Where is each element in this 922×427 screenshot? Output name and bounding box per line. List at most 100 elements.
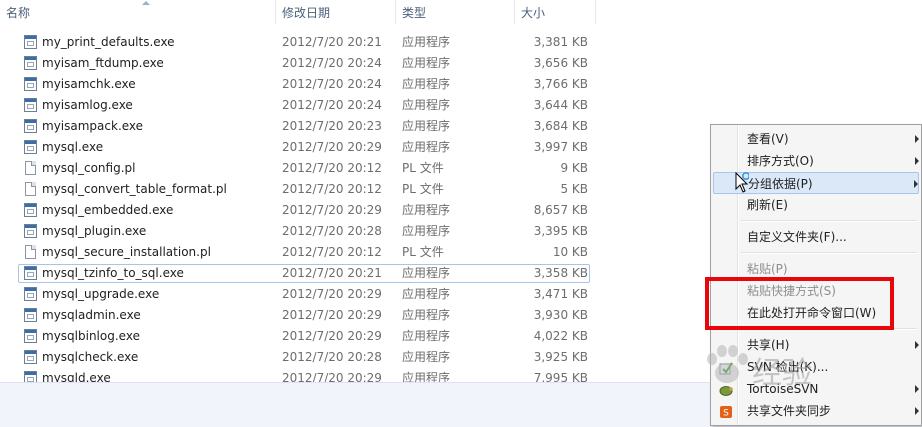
file-row[interactable]: mysqlbinlog.exe 2012/7/20 20:29 应用程序 4,022 … xyxy=(0,326,700,347)
application-icon xyxy=(24,56,37,70)
file-date: 2012/7/20 20:24 xyxy=(282,56,382,70)
menu-item-view[interactable]: 查看(V) xyxy=(713,128,919,150)
file-name: myisamchk.exe xyxy=(42,77,136,91)
file-row[interactable]: myisam_ftdump.exe 2012/7/20 20:24 应用程序 3,65… xyxy=(0,53,700,74)
menu-item-label: 排序方式(O) xyxy=(747,154,814,168)
file-type: 应用程序 xyxy=(402,287,451,301)
file-size: 3,925 KB xyxy=(533,350,588,364)
file-date: 2012/7/20 20:12 xyxy=(282,161,382,175)
file-name: myisampack.exe xyxy=(42,119,144,133)
column-date-label: 修改日期 xyxy=(282,6,331,20)
menu-item-label: 自定义文件夹(F)... xyxy=(747,230,847,244)
watermark: 经验 xyxy=(700,340,870,391)
file-date: 2012/7/20 20:24 xyxy=(282,98,382,112)
application-icon xyxy=(24,350,37,364)
file-date: 2012/7/20 20:12 xyxy=(282,182,382,196)
file-row[interactable]: mysql_convert_table_format.pl 2012/7/20 2… xyxy=(0,179,700,200)
file-row[interactable]: mysql_upgrade.exe 2012/7/20 20:29 应用程序 3,47… xyxy=(0,284,700,305)
column-size-label: 大小 xyxy=(521,6,546,20)
menu-item-label: 分组依据(P) xyxy=(748,177,813,191)
file-type: 应用程序 xyxy=(402,350,451,364)
application-icon xyxy=(24,98,37,112)
file-size: 3,381 KB xyxy=(533,35,588,49)
submenu-arrow-icon xyxy=(915,407,919,415)
text-file-icon xyxy=(25,161,36,175)
file-name: mysql_tzinfo_to_sql.exe xyxy=(42,266,184,280)
file-date: 2012/7/20 20:23 xyxy=(282,119,382,133)
file-row[interactable]: myisamchk.exe 2012/7/20 20:24 应用程序 3,766 KB xyxy=(0,74,700,95)
file-name: mysqlcheck.exe xyxy=(42,350,139,364)
file-row[interactable]: mysql.exe 2012/7/20 20:29 应用程序 3,997 KB xyxy=(0,137,700,158)
file-size: 3,684 KB xyxy=(533,119,588,133)
menu-item-customize-folder[interactable]: 自定义文件夹(F)... xyxy=(713,226,919,248)
column-size[interactable]: 大小 xyxy=(515,0,595,24)
file-date: 2012/7/20 20:28 xyxy=(282,350,382,364)
file-date: 2012/7/20 20:29 xyxy=(282,203,382,217)
column-name[interactable]: 名称 xyxy=(0,0,275,24)
folder-sync-icon: S xyxy=(719,404,733,419)
application-icon xyxy=(24,308,37,322)
file-size: 5 KB xyxy=(560,182,588,196)
file-date: 2012/7/20 20:28 xyxy=(282,224,382,238)
submenu-arrow-icon xyxy=(915,341,919,349)
menu-separator xyxy=(741,252,917,254)
application-icon xyxy=(24,119,37,133)
file-type: PL 文件 xyxy=(402,161,444,175)
text-file-icon xyxy=(25,245,36,259)
submenu-arrow-icon xyxy=(915,157,919,165)
file-size: 3,644 KB xyxy=(533,98,588,112)
column-date[interactable]: 修改日期 xyxy=(276,0,395,24)
file-row[interactable]: mysql_tzinfo_to_sql.exe 2012/7/20 20:21 应用… xyxy=(0,263,700,284)
file-size: 3,766 KB xyxy=(533,77,588,91)
column-name-label: 名称 xyxy=(6,6,31,20)
file-name: myisam_ftdump.exe xyxy=(42,56,164,70)
file-row[interactable]: mysqlcheck.exe 2012/7/20 20:28 应用程序 3,925 K… xyxy=(0,347,700,368)
file-name: my_print_defaults.exe xyxy=(42,35,175,49)
file-type: 应用程序 xyxy=(402,77,451,91)
column-header: 名称 修改日期 类型 大小 xyxy=(0,0,922,24)
file-type: 应用程序 xyxy=(402,140,451,154)
file-row[interactable]: my_print_defaults.exe 2012/7/20 20:21 应用程序… xyxy=(0,32,700,53)
file-date: 2012/7/20 20:12 xyxy=(282,245,382,259)
file-size: 3,930 KB xyxy=(533,308,588,322)
file-type: 应用程序 xyxy=(402,35,451,49)
file-type: 应用程序 xyxy=(402,329,451,343)
menu-item-label: 查看(V) xyxy=(747,132,789,146)
file-type: PL 文件 xyxy=(402,182,444,196)
file-row[interactable]: mysql_plugin.exe 2012/7/20 20:28 应用程序 3,395… xyxy=(0,221,700,242)
submenu-arrow-icon xyxy=(915,135,919,143)
file-date: 2012/7/20 20:29 xyxy=(282,329,382,343)
application-icon xyxy=(24,35,37,49)
file-date: 2012/7/20 20:29 xyxy=(282,308,382,322)
file-type: 应用程序 xyxy=(402,98,451,112)
menu-item-folder-sync[interactable]: S 共享文件夹同步 xyxy=(713,400,919,422)
menu-item-refresh[interactable]: 刷新(E) xyxy=(713,194,919,216)
file-row[interactable]: mysql_secure_installation.pl 2012/7/20 20… xyxy=(0,242,700,263)
application-icon xyxy=(24,224,37,238)
file-type: PL 文件 xyxy=(402,245,444,259)
file-name: mysql_upgrade.exe xyxy=(42,287,160,301)
file-size: 4,022 KB xyxy=(533,329,588,343)
file-row[interactable]: myisamlog.exe 2012/7/20 20:24 应用程序 3,644 KB xyxy=(0,95,700,116)
column-type-label: 类型 xyxy=(402,6,427,20)
file-row[interactable]: mysql_embedded.exe 2012/7/20 20:29 应用程序 8,6… xyxy=(0,200,700,221)
menu-item-sort-by[interactable]: 排序方式(O) xyxy=(713,150,919,172)
svg-text:S: S xyxy=(723,409,729,419)
file-row[interactable]: mysql_config.pl 2012/7/20 20:12 PL 文件 9 KB xyxy=(0,158,700,179)
file-name: myisamlog.exe xyxy=(42,98,133,112)
application-icon xyxy=(24,287,37,301)
application-icon xyxy=(24,329,37,343)
file-date: 2012/7/20 20:29 xyxy=(282,140,382,154)
menu-item-label: 共享文件夹同步 xyxy=(747,404,832,418)
column-divider[interactable] xyxy=(595,0,596,24)
file-row[interactable]: myisampack.exe 2012/7/20 20:23 应用程序 3,684 K… xyxy=(0,116,700,137)
file-date: 2012/7/20 20:24 xyxy=(282,77,382,91)
file-size: 8,657 KB xyxy=(533,203,588,217)
file-name: mysql_convert_table_format.pl xyxy=(42,182,227,196)
file-name: mysql_config.pl xyxy=(42,161,136,175)
file-type: 应用程序 xyxy=(402,119,451,133)
file-row[interactable]: mysqladmin.exe 2012/7/20 20:29 应用程序 3,930 K… xyxy=(0,305,700,326)
application-icon xyxy=(24,77,37,91)
column-type[interactable]: 类型 xyxy=(396,0,514,24)
annotation-highlight-box xyxy=(705,277,894,330)
